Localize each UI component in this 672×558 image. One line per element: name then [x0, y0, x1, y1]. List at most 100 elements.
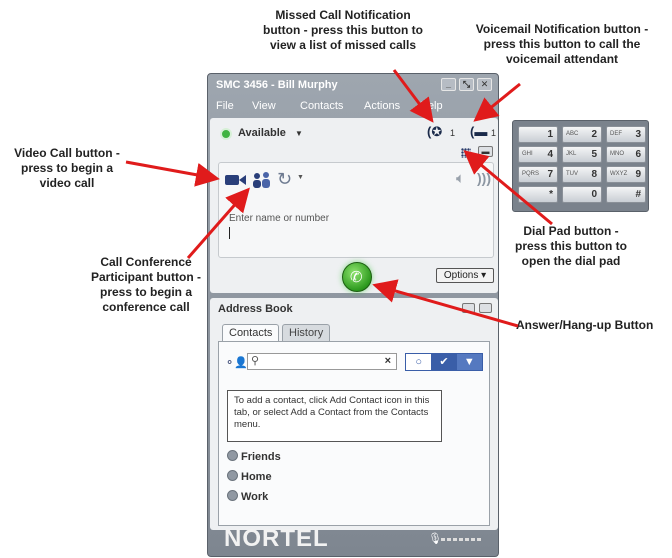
tab-history[interactable]: History	[282, 324, 331, 341]
dial-key-5[interactable]: JKL 5	[562, 146, 602, 163]
add-contact-hint: To add a contact, click Add Contact icon…	[227, 390, 442, 442]
tab-contacts[interactable]: Contacts	[222, 324, 280, 341]
key-digit: 0	[591, 189, 597, 200]
menu-contacts[interactable]: Contacts	[300, 100, 343, 112]
dial-key-9[interactable]: WXYZ 9	[606, 166, 646, 183]
missed-call-count: 1	[450, 128, 456, 138]
key-letters: DEF	[610, 131, 622, 137]
video-camera-icon[interactable]	[225, 173, 247, 187]
window-footer: NORTEL 🎙︎	[208, 520, 498, 558]
dial-key-8[interactable]: TUV 8	[562, 166, 602, 183]
menu-bar: File View Contacts Actions Help	[208, 96, 498, 116]
key-letters: TUV	[566, 171, 578, 177]
mic-level-meter	[441, 538, 481, 541]
voicemail-count: 1	[491, 128, 497, 138]
search-icon: ⚲	[251, 355, 260, 367]
address-book-close-button[interactable]	[479, 303, 492, 313]
filter-online-icon[interactable]: ✔	[431, 354, 457, 370]
address-book-title: Address Book	[218, 303, 293, 315]
address-book-minimize-button[interactable]	[462, 303, 475, 313]
microphone-icon: 🎙︎	[428, 533, 442, 545]
dial-pad-icon[interactable]	[461, 148, 471, 158]
contact-group-home[interactable]: Home	[227, 470, 272, 483]
call-panel: Available ▼ (✪ 1 (▬ 1 ▬ ↻ ▼ 🔈︎ ))) Enter…	[210, 118, 498, 293]
status-dropdown-icon[interactable]: ▼	[295, 129, 303, 138]
status-label[interactable]: Available	[238, 127, 286, 139]
contact-group-work[interactable]: Work	[227, 490, 268, 503]
redial-icon[interactable]: ↻	[277, 169, 292, 190]
resize-button[interactable]: ⤡	[459, 78, 474, 91]
missed-call-icon[interactable]: (✪	[427, 124, 442, 140]
dial-key-4[interactable]: GHI 4	[518, 146, 558, 163]
clear-search-icon[interactable]: ×	[385, 355, 391, 367]
dial-key-3[interactable]: DEF 3	[606, 126, 646, 143]
key-digit: 1	[547, 129, 553, 140]
dial-key-7[interactable]: PQRS 7	[518, 166, 558, 183]
answer-annotation: Answer/Hang-up Button	[516, 318, 654, 332]
dial-key-2[interactable]: ABC 2	[562, 126, 602, 143]
window-title: SMC 3456 - Bill Murphy	[216, 79, 338, 91]
key-digit: *	[549, 189, 553, 200]
status-icon	[220, 128, 232, 140]
options-button[interactable]: Options ▾	[436, 268, 494, 283]
voicemail-annotation: Voicemail Notification button - press th…	[475, 22, 649, 66]
group-label: Home	[241, 471, 272, 483]
video-call-annotation: Video Call button - press to begin a vid…	[14, 146, 120, 190]
volume-icon[interactable]: )))	[477, 170, 491, 186]
dial-pad: 1 ABC 2 DEF 3 GHI 4 JKL 5 MNO 6 PQRS 7 TUV 8 WX…	[512, 120, 649, 212]
key-letters: PQRS	[522, 171, 540, 177]
key-letters: WXYZ	[610, 171, 628, 177]
key-letters: JKL	[566, 151, 577, 157]
dial-key-star[interactable]: *	[518, 186, 558, 203]
dial-key-hash[interactable]: #	[606, 186, 646, 203]
filter-dropdown-icon[interactable]: ▼	[456, 354, 482, 370]
filter-all-icon[interactable]: ○	[406, 354, 432, 370]
group-label: Friends	[241, 451, 281, 463]
address-book-panel: Address Book Contacts History ⚬👤 ⚲ × ○ ✔…	[210, 298, 498, 530]
key-digit: 8	[591, 169, 597, 180]
menu-view[interactable]: View	[252, 100, 276, 112]
dial-key-1[interactable]: 1	[518, 126, 558, 143]
phone-window: SMC 3456 - Bill Murphy _ ⤡ ✕ File View C…	[207, 73, 499, 557]
key-digit: 9	[635, 169, 641, 180]
key-digit: #	[635, 189, 641, 200]
contact-filter-buttons: ○ ✔ ▼	[405, 353, 483, 371]
key-digit: 6	[635, 149, 641, 160]
text-cursor	[229, 227, 230, 239]
menu-actions[interactable]: Actions	[364, 100, 400, 112]
group-collapse-icon[interactable]	[227, 470, 238, 481]
dial-key-6[interactable]: MNO 6	[606, 146, 646, 163]
key-digit: 4	[547, 149, 553, 160]
conference-icon[interactable]	[251, 171, 273, 189]
collapse-icon[interactable]: ▬	[478, 146, 493, 157]
missed-call-annotation: Missed Call Notification button - press …	[263, 8, 423, 52]
conference-annotation: Call Conference Participant button - pre…	[91, 255, 201, 314]
key-letters: ABC	[566, 131, 579, 137]
dial-pad-annotation: Dial Pad button - press this button to o…	[515, 224, 627, 268]
minimize-button[interactable]: _	[441, 78, 456, 91]
nortel-logo: NORTEL	[224, 525, 329, 552]
key-digit: 5	[591, 149, 597, 160]
close-button[interactable]: ✕	[477, 78, 492, 91]
group-collapse-icon[interactable]	[227, 490, 238, 501]
title-bar: SMC 3456 - Bill Murphy _ ⤡ ✕	[208, 74, 498, 96]
key-digit: 7	[547, 169, 553, 180]
contact-search-input[interactable]: ⚲ ×	[247, 353, 397, 370]
group-label: Work	[241, 491, 269, 503]
arrow-video	[125, 160, 220, 187]
menu-help[interactable]: Help	[420, 100, 443, 112]
redial-dropdown-icon[interactable]: ▼	[297, 174, 304, 181]
key-digit: 3	[635, 129, 641, 140]
group-collapse-icon[interactable]	[227, 450, 238, 461]
contacts-tab-body: ⚬👤 ⚲ × ○ ✔ ▼ To add a contact, click Add…	[218, 341, 490, 526]
phone-icon: ✆	[350, 269, 363, 286]
menu-file[interactable]: File	[216, 100, 234, 112]
answer-hangup-button[interactable]: ✆	[342, 262, 372, 292]
voicemail-icon[interactable]: (▬	[470, 124, 487, 139]
add-contact-icon[interactable]: ⚬👤	[225, 356, 248, 369]
number-input-placeholder[interactable]: Enter name or number	[229, 213, 329, 224]
contact-group-friends[interactable]: Friends	[227, 450, 281, 463]
speaker-icon[interactable]: 🔈︎	[456, 170, 465, 187]
dial-key-0[interactable]: 0	[562, 186, 602, 203]
key-letters: GHI	[522, 151, 533, 157]
